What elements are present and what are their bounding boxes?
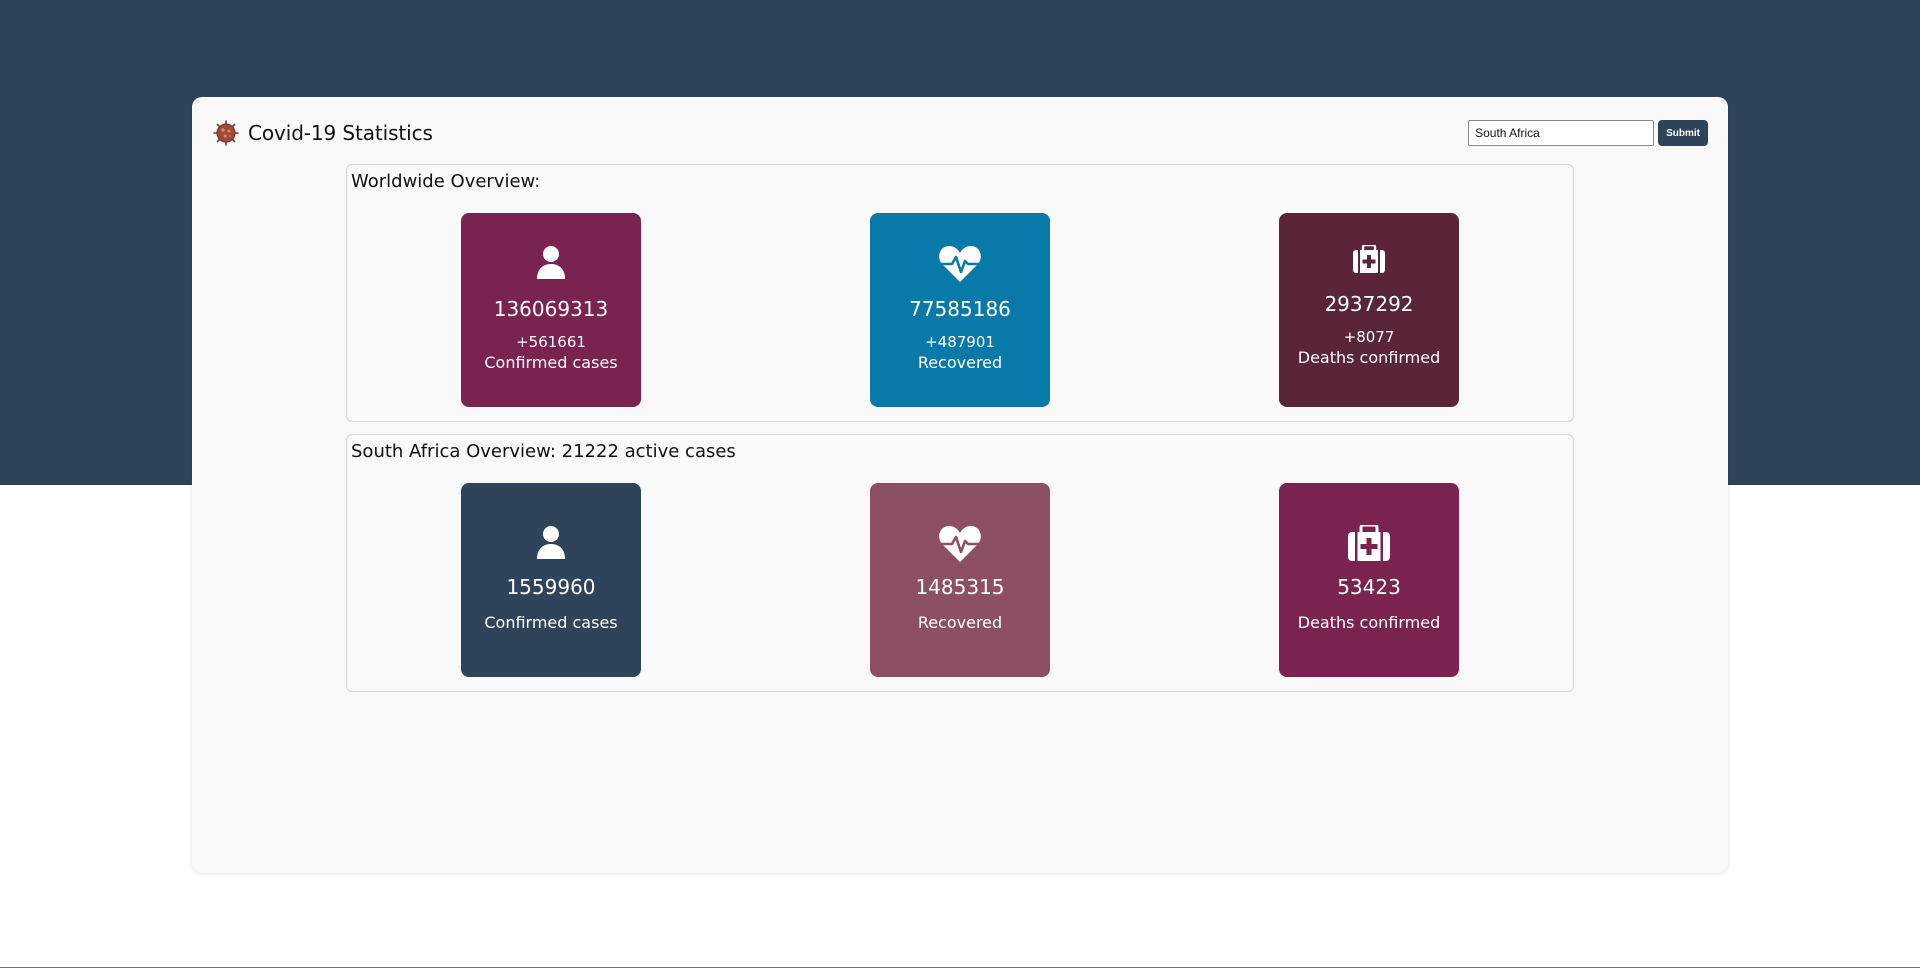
- worldwide-deaths-value: 2937292: [1324, 292, 1414, 316]
- medkit-icon: [1279, 525, 1459, 561]
- country-recovered-tile: 1485315 Recovered: [870, 483, 1050, 677]
- worldwide-overview-title: Worldwide Overview:: [351, 171, 541, 192]
- app-card: Covid-19 Statistics Submit Worldwide Ove…: [192, 97, 1728, 873]
- submit-button[interactable]: Submit: [1658, 120, 1708, 146]
- worldwide-deaths-delta: +8077: [1343, 328, 1395, 346]
- country-overview-title: South Africa Overview: 21222 active case…: [351, 441, 736, 462]
- country-confirmed-tile: 1559960 Confirmed cases: [461, 483, 641, 677]
- virus-icon: [213, 120, 239, 146]
- worldwide-recovered-value: 77585186: [909, 297, 1011, 321]
- person-icon: [461, 245, 641, 281]
- worldwide-recovered-delta: +487901: [925, 333, 995, 351]
- person-icon: [461, 525, 641, 561]
- country-confirmed-label: Confirmed cases: [484, 613, 618, 632]
- country-search-form: Submit: [1468, 116, 1708, 150]
- app-title: Covid-19 Statistics: [248, 121, 433, 145]
- bottom-divider: [0, 967, 1920, 968]
- heartbeat-icon: [870, 245, 1050, 283]
- worldwide-confirmed-label: Confirmed cases: [484, 353, 618, 372]
- header: Covid-19 Statistics Submit: [213, 116, 1708, 150]
- country-search-input[interactable]: [1468, 120, 1655, 146]
- country-deaths-tile: 53423 Deaths confirmed: [1279, 483, 1459, 677]
- country-overview-panel: South Africa Overview: 21222 active case…: [346, 434, 1574, 692]
- country-deaths-value: 53423: [1337, 575, 1401, 599]
- worldwide-confirmed-value: 136069313: [493, 297, 609, 321]
- worldwide-confirmed-tile: 136069313 +561661 Confirmed cases: [461, 213, 641, 407]
- worldwide-overview-panel: Worldwide Overview: 136069313 +561661 Co…: [346, 164, 1574, 422]
- brand: Covid-19 Statistics: [213, 116, 433, 150]
- medkit-icon: [1279, 245, 1459, 273]
- country-deaths-label: Deaths confirmed: [1297, 613, 1441, 632]
- worldwide-recovered-label: Recovered: [917, 353, 1003, 372]
- country-recovered-value: 1485315: [915, 575, 1005, 599]
- country-recovered-label: Recovered: [917, 613, 1003, 632]
- worldwide-confirmed-delta: +561661: [516, 333, 586, 351]
- worldwide-deaths-tile: 2937292 +8077 Deaths confirmed: [1279, 213, 1459, 407]
- country-confirmed-value: 1559960: [506, 575, 596, 599]
- worldwide-deaths-label: Deaths confirmed: [1297, 348, 1441, 367]
- worldwide-recovered-tile: 77585186 +487901 Recovered: [870, 213, 1050, 407]
- heartbeat-icon: [870, 525, 1050, 563]
